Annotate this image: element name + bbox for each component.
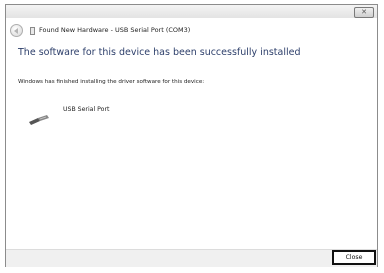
info-text: Windows has finished installing the driv… — [18, 79, 205, 85]
hardware-icon — [30, 27, 35, 35]
close-button[interactable]: Close — [332, 250, 376, 265]
page-heading: The software for this device has been su… — [18, 47, 301, 58]
wizard-window: ✕ Found New Hardware - USB Serial Port (… — [5, 4, 378, 267]
window-close-button[interactable]: ✕ — [354, 7, 374, 18]
title-bar: ✕ — [6, 5, 377, 18]
button-bar — [6, 249, 377, 267]
wizard-header: Found New Hardware - USB Serial Port (CO… — [6, 18, 377, 40]
usb-connector-icon — [28, 111, 50, 130]
device-item: USB Serial Port — [28, 106, 148, 130]
device-label: USB Serial Port — [63, 106, 110, 113]
close-icon: ✕ — [361, 8, 367, 16]
window-title: Found New Hardware - USB Serial Port (CO… — [39, 26, 191, 34]
back-button[interactable] — [10, 24, 23, 37]
